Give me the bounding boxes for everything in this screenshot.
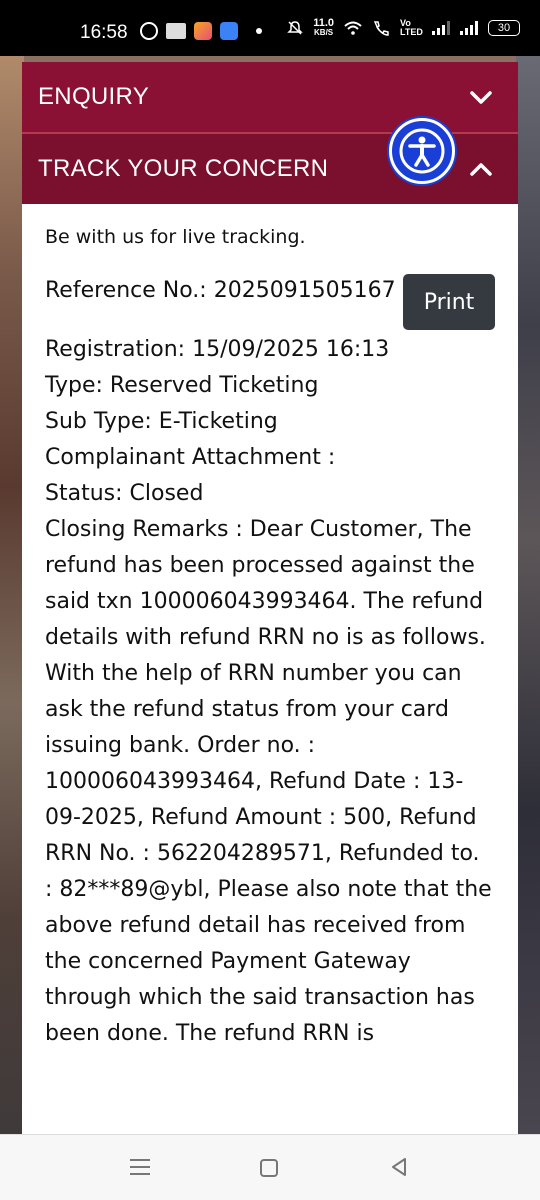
concern-type: Type: Reserved Ticketing [45,373,319,398]
background-right-edge [516,56,540,1134]
wifi-calling-icon [373,21,389,36]
print-button[interactable]: Print [403,274,495,330]
messaging-app-icon [220,22,238,40]
recent-apps-button[interactable] [130,1159,150,1180]
background-left-edge [0,56,24,1134]
concern-status: Status: Closed [45,481,204,506]
reference-number: Reference No.: 2025091505167 [45,278,396,303]
network-speed: 11.0 KB/S [313,18,334,38]
whatsapp-icon [140,22,158,40]
chevron-down-icon[interactable] [470,86,492,108]
network-speed-value: 11.0 [313,17,334,29]
navigation-bar [0,1134,540,1200]
bank-app-icon [166,23,186,39]
status-bar: 16:58 11.0 KB/S Vo LTED 30 [0,0,540,56]
mute-bell-icon [287,21,303,35]
concern-details: Registration: 15/09/2025 16:13 Type: Res… [45,332,503,512]
complainant-attachment: Complainant Attachment : [45,445,336,470]
network-speed-unit: KB/S [314,28,334,37]
chevron-up-icon[interactable] [470,158,492,180]
signal-strength-1-icon [432,21,450,35]
accessibility-icon [399,128,445,174]
wifi-icon [344,21,362,35]
enquiry-accordion-header[interactable]: ENQUIRY [22,62,518,134]
more-notifications-dot-icon [256,28,262,34]
gallery-app-icon [194,22,212,40]
status-time: 16:58 [80,22,128,43]
system-icons: 11.0 KB/S Vo LTED 30 [287,18,520,38]
live-tracking-intro: Be with us for live tracking. [45,226,306,248]
enquiry-label: ENQUIRY [38,83,150,110]
registration-date: Registration: 15/09/2025 16:13 [45,337,390,362]
battery-icon: 30 [488,20,520,36]
notification-icons [140,22,262,40]
signal-strength-2-icon [460,21,478,35]
accessibility-button[interactable] [389,118,455,184]
home-button[interactable] [260,1159,278,1177]
volte-indicator: Vo LTED [400,18,423,37]
closing-remarks: Closing Remarks : Dear Customer, The ref… [45,517,492,1046]
track-concern-label: TRACK YOUR CONCERN [38,155,329,182]
concern-sub-type: Sub Type: E-Ticketing [45,409,278,434]
battery-level: 30 [497,22,511,34]
back-button[interactable] [390,1157,408,1177]
